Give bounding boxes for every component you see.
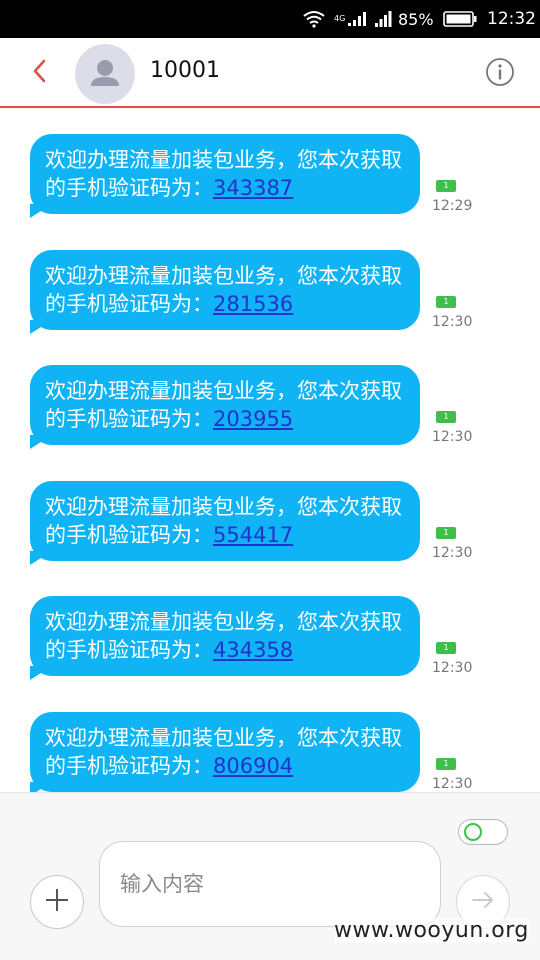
add-attachment-button[interactable]	[30, 875, 84, 929]
message-item[interactable]: 欢迎办理流量加装包业务，您本次获取的手机验证码为：281536 1 12:30	[0, 250, 540, 350]
sim-card-icon: 1	[436, 758, 456, 770]
message-bubble[interactable]: 欢迎办理流量加装包业务，您本次获取的手机验证码为：281536	[30, 250, 420, 330]
sim-card-icon: 1	[436, 296, 456, 308]
sim-card-icon: 1	[436, 642, 456, 654]
message-time: 12:29	[432, 198, 473, 214]
message-list[interactable]: 欢迎办理流量加装包业务，您本次获取的手机验证码为：343387 1 12:29 …	[0, 108, 540, 792]
message-item[interactable]: 欢迎办理流量加装包业务，您本次获取的手机验证码为：806904 1 12:30	[0, 712, 540, 792]
verification-code-link[interactable]: 343387	[213, 176, 293, 200]
message-item[interactable]: 欢迎办理流量加装包业务，您本次获取的手机验证码为：554417 1 12:30	[0, 481, 540, 581]
network-type-label: 4G	[334, 14, 346, 23]
sim-toggle[interactable]	[458, 819, 508, 845]
watermark: www.wooyun.org	[334, 918, 529, 943]
verification-code-link[interactable]: 806904	[213, 754, 293, 778]
message-item[interactable]: 欢迎办理流量加装包业务，您本次获取的手机验证码为：434358 1 12:30	[0, 596, 540, 696]
verification-code-link[interactable]: 554417	[213, 523, 293, 547]
message-time: 12:30	[432, 545, 473, 561]
message-item[interactable]: 欢迎办理流量加装包业务，您本次获取的手机验证码为：343387 1 12:29	[0, 134, 540, 234]
message-input[interactable]	[99, 841, 441, 927]
message-time: 12:30	[432, 429, 473, 445]
message-item[interactable]: 欢迎办理流量加装包业务，您本次获取的手机验证码为：203955 1 12:30	[0, 365, 540, 465]
plus-icon	[44, 887, 70, 917]
message-bubble[interactable]: 欢迎办理流量加装包业务，您本次获取的手机验证码为：343387	[30, 134, 420, 214]
toggle-knob	[464, 823, 482, 841]
back-button[interactable]	[22, 56, 56, 90]
message-bubble[interactable]: 欢迎办理流量加装包业务，您本次获取的手机验证码为：554417	[30, 481, 420, 561]
chevron-left-icon	[30, 58, 48, 88]
message-bubble[interactable]: 欢迎办理流量加装包业务，您本次获取的手机验证码为：434358	[30, 596, 420, 676]
message-time: 12:30	[432, 314, 473, 330]
message-time: 12:30	[432, 660, 473, 676]
mobile-data-icon: 4G	[334, 0, 367, 38]
info-button[interactable]	[484, 58, 516, 90]
battery-icon	[443, 0, 477, 38]
verification-code-link[interactable]: 281536	[213, 292, 293, 316]
arrow-right-icon	[470, 887, 496, 917]
conversation-header: 10001	[0, 38, 540, 108]
contact-avatar[interactable]	[75, 44, 135, 104]
message-bubble[interactable]: 欢迎办理流量加装包业务，您本次获取的手机验证码为：806904	[30, 712, 420, 792]
wifi-icon	[302, 0, 326, 38]
person-icon	[75, 60, 135, 104]
status-bar: 4G 85% 12:32	[0, 0, 540, 38]
message-time: 12:30	[432, 776, 473, 792]
contact-name: 10001	[150, 58, 220, 83]
sim-card-icon: 1	[436, 411, 456, 423]
sim-card-icon: 1	[436, 527, 456, 539]
verification-code-link[interactable]: 434358	[213, 638, 293, 662]
signal-icon	[374, 0, 392, 38]
verification-code-link[interactable]: 203955	[213, 407, 293, 431]
battery-percent: 85%	[398, 9, 434, 29]
message-bubble[interactable]: 欢迎办理流量加装包业务，您本次获取的手机验证码为：203955	[30, 365, 420, 445]
status-clock: 12:32	[487, 9, 536, 29]
sim-card-icon: 1	[436, 180, 456, 192]
info-icon	[485, 57, 515, 91]
